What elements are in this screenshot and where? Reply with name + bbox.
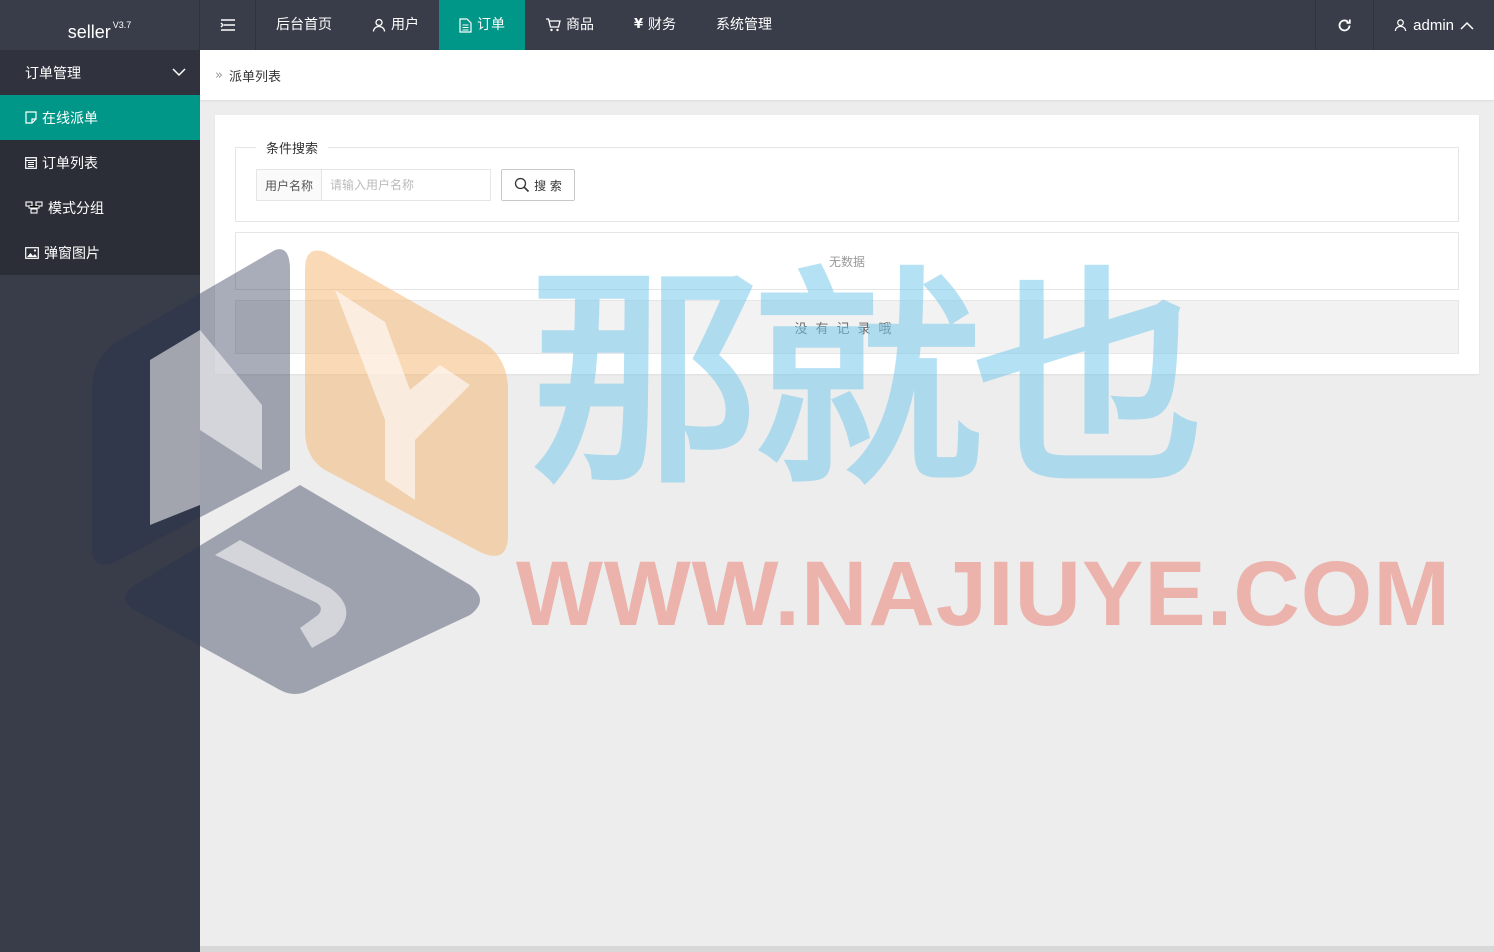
content-panel: 条件搜索 用户名称 搜 索 无数据 没有记录哦 <box>215 115 1479 374</box>
search-button-label: 搜 索 <box>534 178 562 193</box>
note-icon <box>25 111 37 124</box>
image-icon <box>25 246 39 259</box>
nav-users-label: 用户 <box>391 17 419 33</box>
sidebar-group-label: 订单管理 <box>25 65 81 82</box>
sidebar-item-label: 模式分组 <box>48 200 104 217</box>
search-icon <box>514 177 530 193</box>
nav-finance[interactable]: ¥ 财务 <box>614 0 696 50</box>
search-form: 用户名称 搜 索 <box>256 169 575 201</box>
refresh-icon <box>1338 19 1351 31</box>
sidebar-group-orders[interactable]: 订单管理 <box>0 50 200 95</box>
breadcrumb: » 派单列表 <box>200 50 1494 100</box>
username-label: admin <box>1413 16 1454 34</box>
brand-name: seller <box>67 22 111 42</box>
menu-toggle-button[interactable] <box>200 0 256 50</box>
user-icon <box>1394 19 1407 32</box>
username-search-input[interactable] <box>322 169 491 201</box>
top-right-tools: admin <box>1315 0 1494 50</box>
nav-system-label: 系统管理 <box>716 17 773 33</box>
user-menu[interactable]: admin <box>1373 0 1494 50</box>
breadcrumb-current: 派单列表 <box>228 69 281 85</box>
username-field-label: 用户名称 <box>256 169 322 201</box>
watermark-en-text: WWW.NAJIUYE.COM <box>516 543 1451 645</box>
brand-logo[interactable]: seller V3.7 <box>0 0 200 50</box>
calendar-icon <box>25 156 37 169</box>
main-nav: 后台首页 用户 订单 商品 ¥ 财务 系统管理 <box>200 0 792 50</box>
refresh-button[interactable] <box>1315 0 1373 50</box>
sidebar-item-label: 订单列表 <box>42 155 98 172</box>
table-empty-state: 无数据 <box>235 232 1459 290</box>
group-icon <box>25 201 43 214</box>
nav-products[interactable]: 商品 <box>525 0 614 50</box>
search-button[interactable]: 搜 索 <box>501 169 575 201</box>
nav-products-label: 商品 <box>566 17 594 33</box>
sidebar-item-label: 在线派单 <box>42 110 98 127</box>
document-icon <box>459 17 472 33</box>
sidebar-item-mode-group[interactable]: 模式分组 <box>0 185 200 230</box>
nav-orders[interactable]: 订单 <box>439 0 525 50</box>
user-icon <box>372 18 386 32</box>
brand-version: V3.7 <box>112 20 132 30</box>
breadcrumb-separator-icon: » <box>215 67 223 83</box>
no-record-message: 没有记录哦 <box>235 300 1459 354</box>
search-fieldset: 条件搜索 用户名称 搜 索 <box>235 138 1459 222</box>
horizontal-scrollbar[interactable] <box>200 946 1494 952</box>
yen-icon: ¥ <box>634 17 644 32</box>
nav-orders-label: 订单 <box>477 17 505 33</box>
chevron-down-icon <box>172 68 186 77</box>
cart-icon <box>546 18 561 32</box>
sidebar-item-order-list[interactable]: 订单列表 <box>0 140 200 185</box>
search-legend: 条件搜索 <box>256 138 329 157</box>
nav-system[interactable]: 系统管理 <box>696 0 792 50</box>
sidebar-item-popup-image[interactable]: 弹窗图片 <box>0 230 200 275</box>
nav-home-label: 后台首页 <box>276 17 332 33</box>
sidebar-item-label: 弹窗图片 <box>44 245 100 262</box>
nav-users[interactable]: 用户 <box>352 0 439 50</box>
nav-home[interactable]: 后台首页 <box>256 0 352 50</box>
sidebar-item-dispatch[interactable]: 在线派单 <box>0 95 200 140</box>
top-bar: seller V3.7 后台首页 用户 订单 商品 ¥ 财务 系统管理 admi… <box>0 0 1494 50</box>
chevron-up-icon <box>1460 21 1474 30</box>
sidebar: 订单管理 在线派单 订单列表 模式分组 弹窗图片 <box>0 50 200 952</box>
nav-finance-label: 财务 <box>648 17 677 33</box>
menu-toggle-icon <box>220 19 235 31</box>
